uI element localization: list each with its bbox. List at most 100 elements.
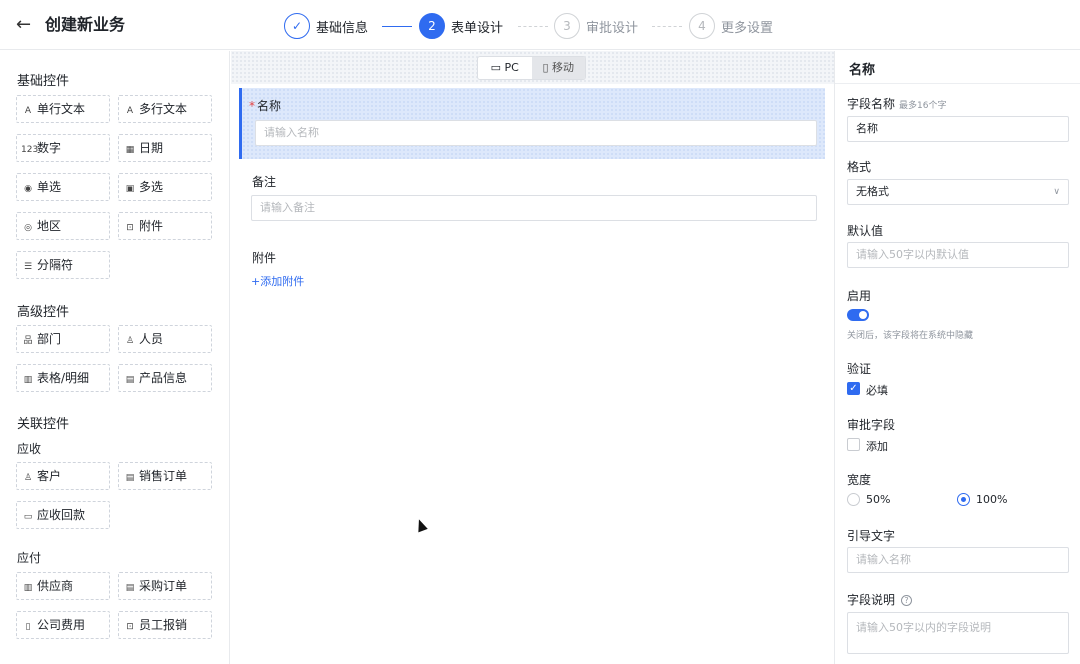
step-number: 3	[554, 13, 580, 39]
required-star: *	[249, 99, 255, 113]
control-employee-reimbursement[interactable]: ⊡ 员工报销	[118, 611, 212, 639]
device-mode-switch: ▭ PC ▯ 移动	[477, 56, 586, 80]
field-description-textarea[interactable]: 请输入50字以内的字段说明	[847, 612, 1069, 654]
pc-mode-button[interactable]: ▭ PC	[478, 57, 532, 79]
table-icon: ▥	[23, 375, 33, 385]
section-advanced-controls: 高级控件	[17, 305, 70, 320]
control-department[interactable]: 品部门	[16, 325, 110, 353]
control-label: 数字	[37, 141, 62, 155]
control-attachment[interactable]: ⊡ 附件	[118, 212, 212, 240]
text-icon: A	[126, 106, 134, 116]
location-pin-icon: ◎	[24, 223, 32, 233]
control-product-info[interactable]: ▤ 产品信息	[118, 364, 212, 392]
step-basic-info[interactable]: ✓ 基础信息	[284, 13, 368, 39]
paperclip-icon: ⊡	[126, 223, 134, 233]
approval-add-checkbox[interactable]	[847, 438, 860, 451]
control-label: 单行文本	[37, 102, 86, 116]
control-label: 部门	[37, 332, 62, 346]
field-label-text: 名称	[257, 99, 282, 113]
control-label: 销售订单	[139, 469, 188, 483]
step-more-settings[interactable]: 4 更多设置	[689, 13, 773, 39]
control-divider[interactable]: ☰ 分隔符	[16, 251, 110, 279]
format-value: 无格式	[856, 185, 889, 198]
control-label: 地区	[37, 219, 62, 233]
user-icon: ♙	[125, 336, 135, 346]
control-label: 公司费用	[37, 618, 86, 632]
control-receivable-payment[interactable]: ▭ 应收回款	[16, 501, 110, 529]
control-label: 采购订单	[139, 579, 188, 593]
add-attachment-link[interactable]: +添加附件	[251, 273, 304, 289]
approval-field-label: 审批字段	[847, 418, 896, 432]
mobile-mode-button[interactable]: ▯ 移动	[531, 57, 585, 79]
control-table-detail[interactable]: ▥ 表格/明细	[16, 364, 110, 392]
section-related-controls: 关联控件	[17, 417, 70, 432]
guide-text-input[interactable]: 请输入名称	[847, 547, 1069, 573]
required-checkbox[interactable]: ✓	[847, 382, 860, 395]
default-value-input[interactable]: 请输入50字以内默认值	[847, 242, 1069, 268]
step-number: 4	[689, 13, 715, 39]
field-attachment-block[interactable]: 附件 +添加附件	[239, 243, 825, 293]
enable-toggle[interactable]	[847, 309, 869, 321]
control-region[interactable]: ◎ 地区	[16, 212, 110, 240]
control-multi-line-text[interactable]: A 多行文本	[118, 95, 212, 123]
step-connector	[518, 26, 548, 27]
control-sales-order[interactable]: ▤ 销售订单	[118, 462, 212, 490]
control-supplier[interactable]: ▥ 供应商	[16, 572, 110, 600]
field-name-setting-label: 字段名称 最多16个字	[847, 95, 946, 112]
remark-input[interactable]: 请输入备注	[251, 195, 817, 221]
step-approval-design[interactable]: 3 审批设计	[554, 13, 638, 39]
control-company-expense[interactable]: ▯ 公司费用	[16, 611, 110, 639]
step-label: 表单设计	[451, 20, 504, 36]
document-icon: ▤	[125, 583, 135, 593]
divider	[835, 83, 1080, 84]
validation-label: 验证	[847, 362, 872, 376]
width-100-radio[interactable]	[957, 493, 970, 506]
label-text: 字段说明	[847, 593, 896, 607]
step-label: 基础信息	[316, 20, 369, 36]
field-name-setting-input[interactable]: 名称	[847, 116, 1069, 142]
step-connector	[382, 26, 412, 27]
document-icon: ▤	[125, 473, 135, 483]
wallet-icon: ▭	[23, 512, 33, 522]
control-single-line-text[interactable]: A 单行文本	[16, 95, 110, 123]
width-50-radio[interactable]	[847, 493, 860, 506]
monitor-icon: ▭	[490, 61, 502, 74]
control-purchase-order[interactable]: ▤ 采购订单	[118, 572, 212, 600]
radio-icon: ◉	[24, 184, 32, 194]
control-label: 应收回款	[37, 508, 86, 522]
format-label: 格式	[847, 160, 872, 174]
control-label: 人员	[139, 332, 164, 346]
control-label: 附件	[139, 219, 164, 233]
control-label: 客户	[37, 469, 62, 483]
width-50-label: 50%	[866, 493, 891, 506]
control-number[interactable]: 123数字	[16, 134, 110, 162]
back-arrow-icon[interactable]: ←	[16, 14, 36, 36]
help-circle-icon[interactable]: ?	[901, 595, 913, 606]
divider-icon: ☰	[23, 262, 33, 272]
width-label: 宽度	[847, 473, 872, 487]
control-label: 产品信息	[139, 371, 188, 385]
step-label: 审批设计	[586, 20, 639, 36]
guide-text-label: 引导文字	[847, 529, 896, 543]
step-form-design[interactable]: 2 表单设计	[419, 13, 503, 39]
control-label: 单选	[37, 180, 62, 194]
control-date[interactable]: ▦ 日期	[118, 134, 212, 162]
field-attachment-label: 附件	[252, 251, 277, 265]
field-remark-block[interactable]: 备注 请输入备注	[239, 167, 825, 229]
mode-label: 移动	[552, 61, 575, 74]
field-name-block[interactable]: * 名称 请输入名称	[239, 88, 825, 159]
control-multi-select[interactable]: ▣ 多选	[118, 173, 212, 201]
control-label: 日期	[139, 141, 164, 155]
control-member[interactable]: ♙ 人员	[118, 325, 212, 353]
format-select[interactable]: 无格式 ∨	[847, 179, 1069, 205]
control-palette: 基础控件 A 单行文本 A 多行文本 123数字 ▦ 日期 ◉ 单选 ▣ 多选 ◎ 地区 ⊡…	[0, 51, 230, 664]
org-chart-icon: 品	[23, 336, 33, 346]
subsection-payable: 应付	[17, 551, 42, 565]
control-single-select[interactable]: ◉ 单选	[16, 173, 110, 201]
properties-title: 名称	[849, 63, 876, 78]
page-title: 创建新业务	[45, 15, 126, 34]
control-customer[interactable]: ♙ 客户	[16, 462, 110, 490]
name-input[interactable]: 请输入名称	[255, 120, 817, 146]
phone-icon: ▯	[542, 61, 549, 74]
field-remark-label: 备注	[252, 175, 277, 189]
